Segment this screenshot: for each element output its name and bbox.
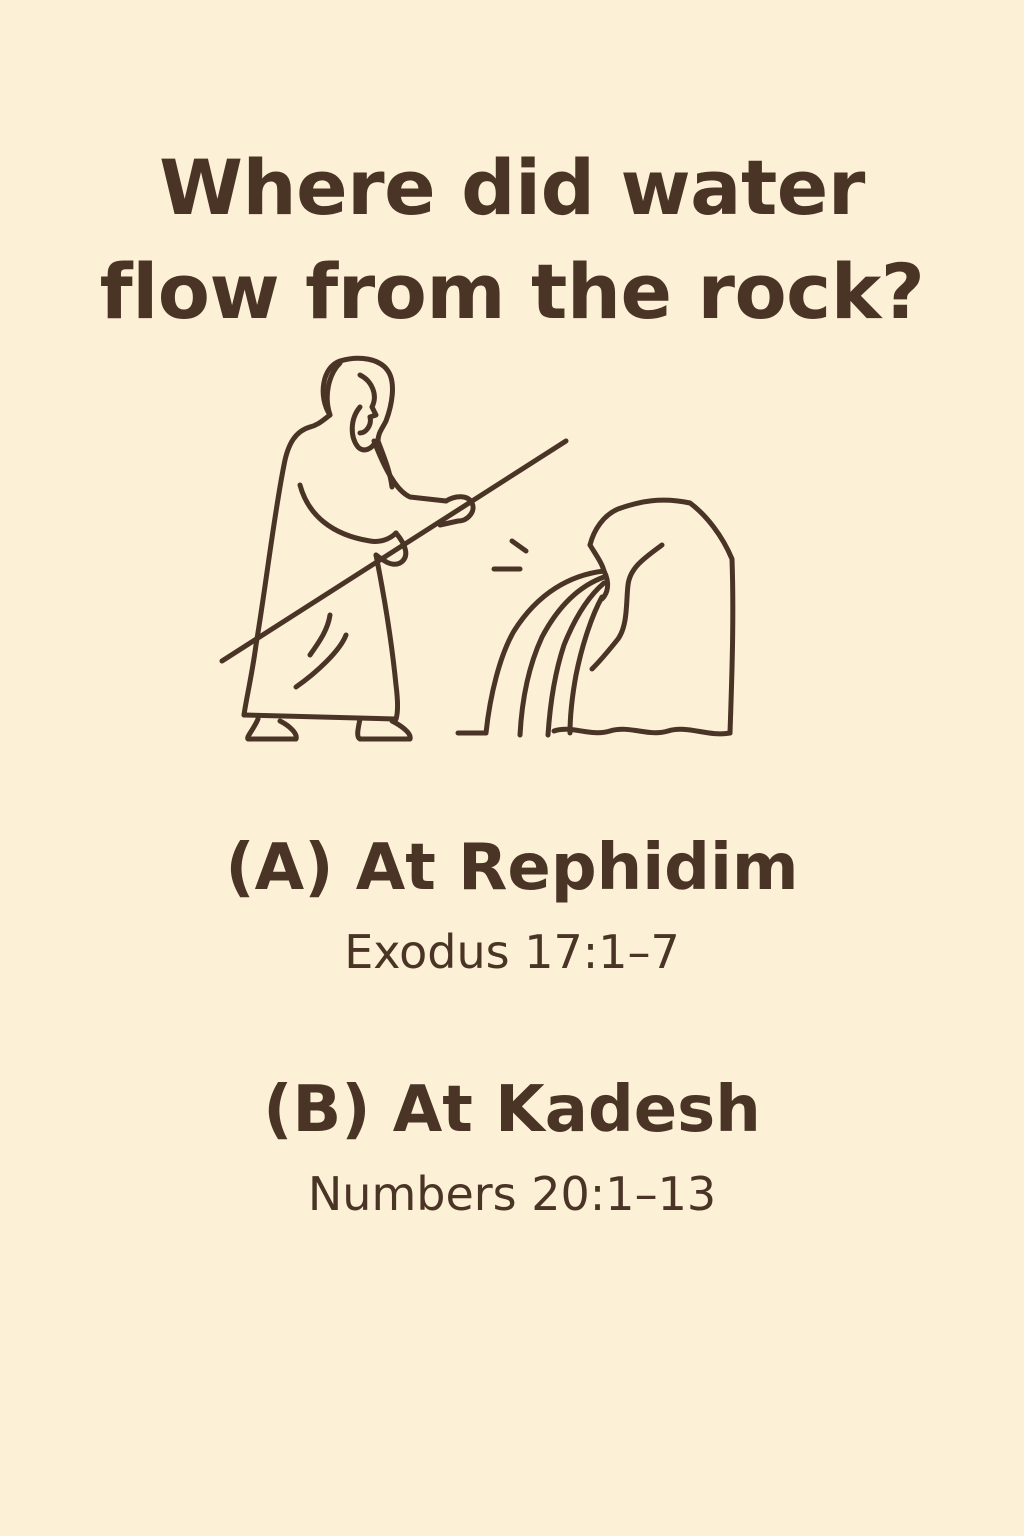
option-a-title: (A) At Rephidim bbox=[225, 831, 799, 905]
question-title: Where did water flow from the rock? bbox=[0, 136, 1024, 344]
moses-striking-rock-icon bbox=[219, 355, 736, 742]
question-line-1: Where did water bbox=[159, 143, 865, 232]
impact-marks bbox=[491, 538, 529, 572]
option-b[interactable]: (B) At Kadesh Numbers 20:1–13 bbox=[0, 1070, 1024, 1224]
option-a-reference: Exodus 17:1–7 bbox=[344, 925, 680, 979]
question-line-2: flow from the rock? bbox=[99, 247, 925, 336]
option-b-reference: Numbers 20:1–13 bbox=[307, 1167, 717, 1221]
moses-figure bbox=[241, 355, 476, 742]
option-a[interactable]: (A) At Rephidim Exodus 17:1–7 bbox=[0, 828, 1024, 982]
water-streams bbox=[455, 568, 607, 738]
option-b-title: (B) At Kadesh bbox=[263, 1073, 761, 1147]
rock bbox=[551, 497, 736, 737]
